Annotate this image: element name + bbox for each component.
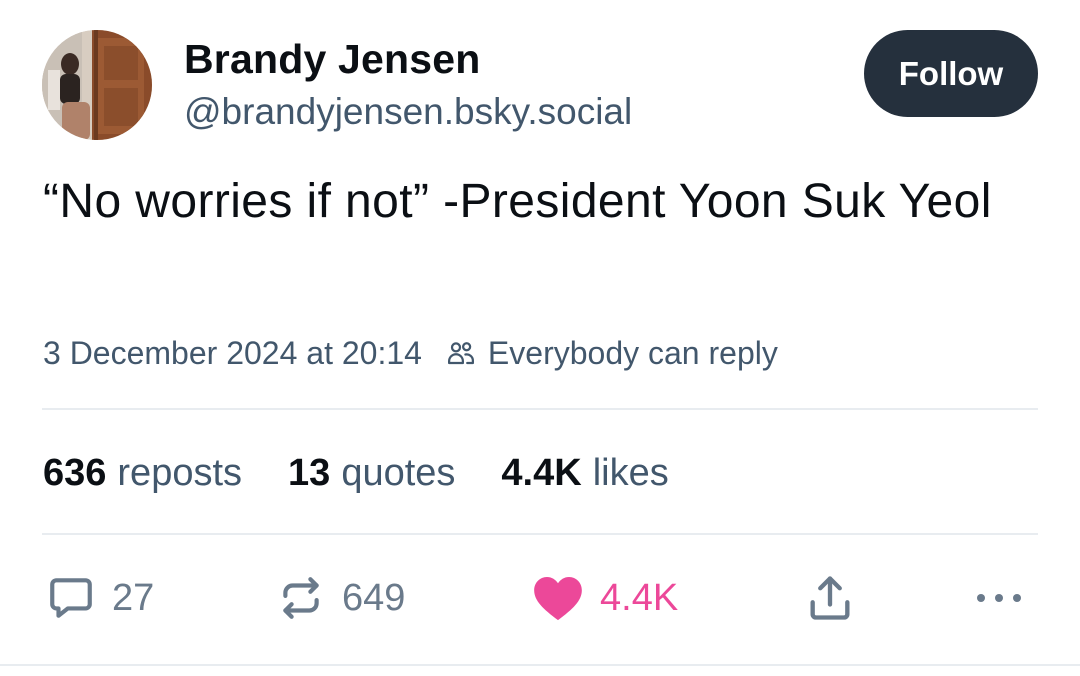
avatar-photo — [42, 30, 152, 140]
ellipsis-icon — [977, 594, 1021, 602]
reposts-label: reposts — [117, 451, 243, 494]
likes-label: likes — [592, 451, 669, 494]
post-stats: 636 reposts 13 quotes 4.4K likes — [43, 450, 669, 496]
reply-setting[interactable]: Everybody can reply — [446, 335, 778, 372]
repost-arrows-icon — [283, 577, 319, 619]
post-text: “No worries if not” -President Yoon Suk … — [43, 175, 992, 228]
more-options-button[interactable] — [972, 568, 1026, 628]
divider — [0, 664, 1080, 666]
author-handle[interactable]: @brandyjensen.bsky.social — [184, 91, 632, 133]
divider — [42, 533, 1038, 535]
divider — [42, 408, 1038, 410]
likes-count: 4.4K — [501, 451, 582, 494]
repost-count: 649 — [342, 576, 406, 619]
follow-button[interactable]: Follow — [864, 30, 1038, 117]
author-avatar[interactable] — [42, 30, 152, 140]
likes-stat[interactable]: 4.4K likes — [501, 452, 668, 495]
people-icon — [447, 342, 474, 365]
speech-bubble-icon — [50, 578, 92, 618]
reply-count: 27 — [112, 576, 155, 619]
share-upload-icon — [810, 576, 850, 620]
share-button[interactable] — [804, 568, 856, 628]
quotes-stat[interactable]: 13 quotes — [288, 452, 455, 495]
repost-button[interactable]: 649 — [276, 568, 405, 628]
quotes-count: 13 — [288, 451, 331, 494]
reposts-stat[interactable]: 636 reposts — [43, 452, 242, 495]
post-meta: 3 December 2024 at 20:14 Everybody can r… — [43, 333, 778, 373]
reply-setting-label: Everybody can reply — [487, 334, 778, 371]
post-card: Brandy Jensen @brandyjensen.bsky.social … — [0, 0, 1080, 676]
post-timestamp: 3 December 2024 at 20:14 — [43, 334, 422, 371]
reply-button[interactable]: 27 — [46, 568, 154, 628]
reposts-count: 636 — [43, 451, 107, 494]
like-count: 4.4K — [600, 576, 679, 619]
heart-icon — [534, 576, 582, 621]
author-name[interactable]: Brandy Jensen — [184, 36, 481, 83]
like-button[interactable]: 4.4K — [532, 568, 678, 628]
quotes-label: quotes — [341, 451, 456, 494]
